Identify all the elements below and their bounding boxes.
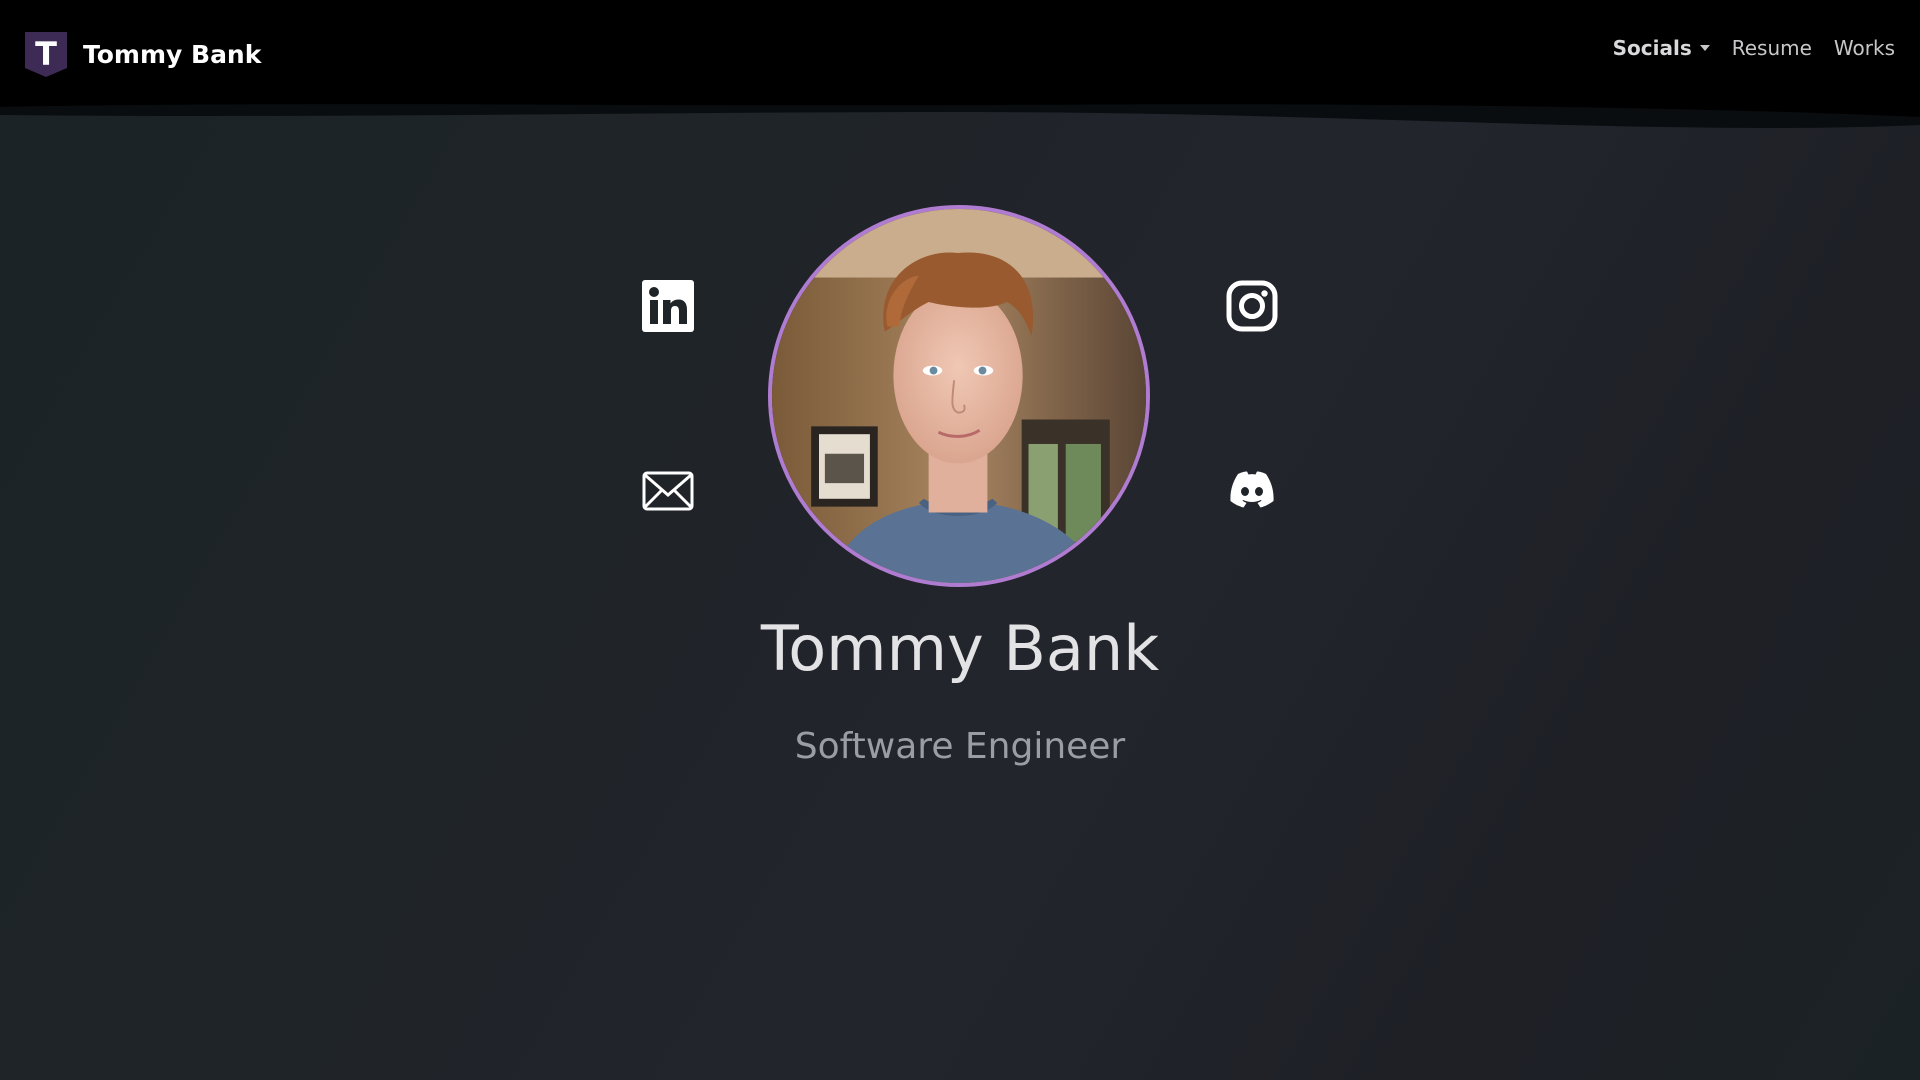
- brand-logo-icon: T: [25, 32, 67, 77]
- profile-name: Tommy Bank: [760, 612, 1160, 685]
- caret-down-icon: [1699, 45, 1710, 51]
- linkedin-link[interactable]: [642, 280, 694, 332]
- profile-photo: [772, 209, 1146, 583]
- nav-works-link[interactable]: Works: [1834, 36, 1895, 60]
- nav-socials-label: Socials: [1612, 36, 1692, 60]
- nav-links: Socials Resume Works: [1591, 36, 1895, 60]
- linkedin-icon: [642, 280, 694, 332]
- profile-role: Software Engineer: [794, 726, 1126, 767]
- instagram-icon: [1226, 280, 1278, 332]
- brand-link[interactable]: T Tommy Bank: [25, 30, 261, 78]
- nav-socials-dropdown[interactable]: Socials: [1613, 36, 1710, 60]
- discord-icon: [1230, 471, 1274, 508]
- discord-link[interactable]: [1226, 465, 1278, 517]
- email-link[interactable]: [642, 465, 694, 517]
- navbar-wave: [0, 95, 1920, 128]
- profile-avatar: [768, 205, 1150, 587]
- envelope-icon: [642, 471, 694, 511]
- nav-resume-link[interactable]: Resume: [1732, 36, 1812, 60]
- instagram-link[interactable]: [1226, 280, 1278, 332]
- brand-logo-letter: T: [35, 35, 57, 73]
- brand-name: Tommy Bank: [83, 39, 262, 69]
